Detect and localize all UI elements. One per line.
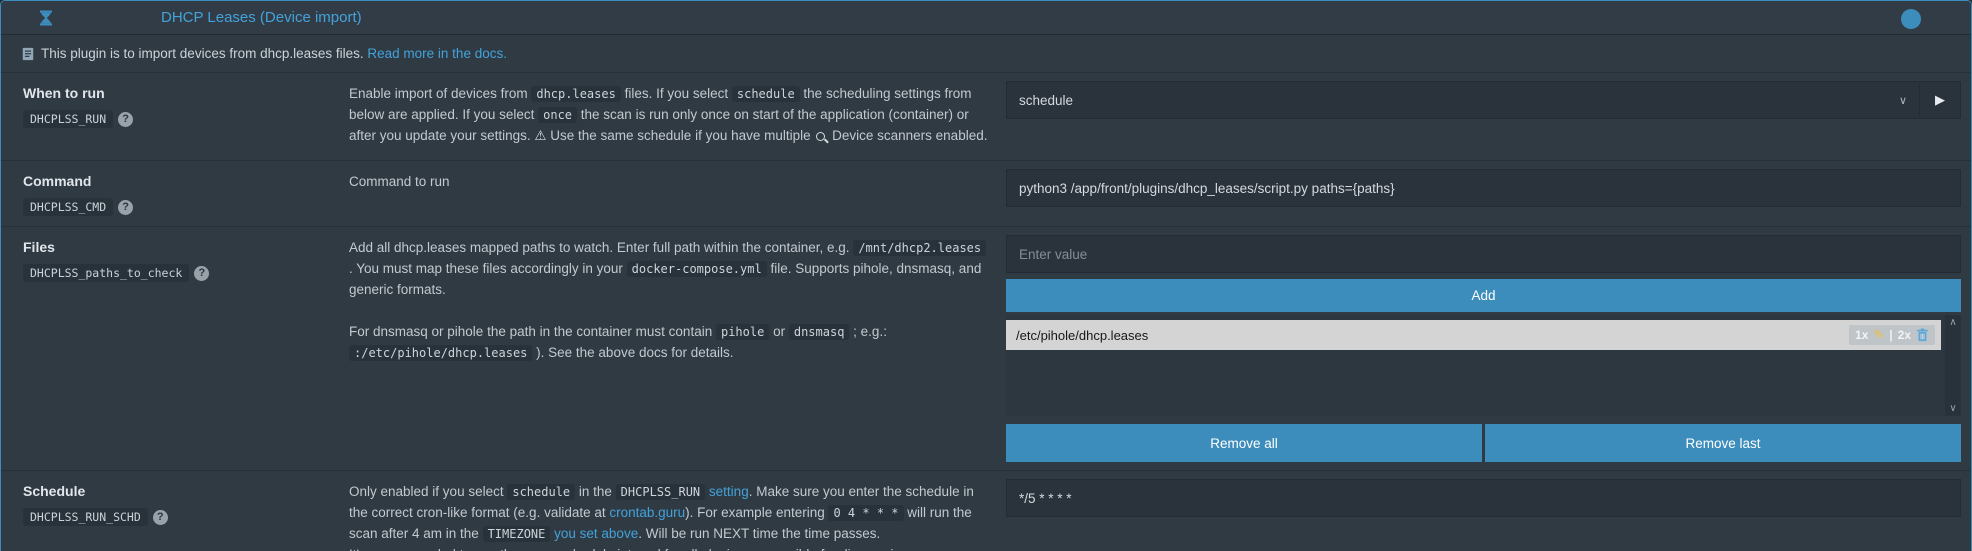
help-icon[interactable]: ?	[194, 266, 209, 281]
docs-icon	[21, 47, 35, 61]
magnifier-icon	[816, 132, 825, 141]
help-icon[interactable]: ?	[118, 200, 133, 215]
setting-control-column	[994, 161, 1971, 226]
badge-separator: |	[1889, 328, 1892, 342]
paths-list: /etc/pihole/dhcp.leases 1x ✎ | 2x	[1006, 315, 1961, 416]
setting-row-files: Files DHCPLSS_paths_to_check? Add all dh…	[1, 227, 1971, 471]
setting-row-schedule: Schedule DHCPLSS_RUN_SCHD? Only enabled …	[1, 471, 1971, 551]
schedule-input[interactable]	[1006, 479, 1961, 517]
paths-list-scroll: /etc/pihole/dhcp.leases 1x ✎ | 2x	[1006, 315, 1941, 350]
plugin-info-text: This plugin is to import devices from dh…	[41, 46, 507, 61]
play-icon: ▶	[1935, 92, 1945, 108]
setting-description: Add all dhcp.leases mapped paths to watc…	[349, 227, 994, 470]
edit-count-badge: 1x	[1855, 328, 1868, 342]
files-description-p1: Add all dhcp.leases mapped paths to watc…	[349, 237, 988, 300]
setting-code-badge: DHCPLSS_paths_to_check	[23, 264, 189, 282]
setting-code-badge: DHCPLSS_RUN_SCHD	[23, 508, 148, 526]
chevron-down-icon: ∨	[1899, 94, 1907, 107]
paragraph-gap	[349, 300, 988, 321]
setting-label: Command	[23, 173, 337, 189]
plugin-settings-panel: DHCP Leases (Device import) This plugin …	[0, 0, 1972, 551]
setting-code-badge: DHCPLSS_CMD	[23, 198, 113, 216]
setting-label-column: Files DHCPLSS_paths_to_check?	[1, 227, 349, 470]
docs-link[interactable]: Read more in the docs.	[367, 46, 507, 61]
setting-control-column: schedule ∨ ▶	[994, 73, 1971, 160]
plugin-status-dot[interactable]	[1901, 9, 1921, 29]
crontab-guru-link[interactable]: crontab.guru	[609, 505, 685, 520]
remove-buttons-row: Remove all Remove last	[1006, 424, 1961, 462]
panel-header: DHCP Leases (Device import)	[1, 1, 1971, 35]
timezone-link[interactable]: you set above	[554, 526, 638, 541]
setting-code-badge: DHCPLSS_RUN	[23, 110, 113, 128]
run-mode-selected-value: schedule	[1019, 93, 1073, 108]
setting-label-column: When to run DHCPLSS_RUN?	[1, 73, 349, 160]
setting-label: Files	[23, 239, 337, 255]
setting-label-column: Schedule DHCPLSS_RUN_SCHD?	[1, 471, 349, 551]
edit-icon[interactable]: ✎	[1873, 327, 1884, 343]
trash-icon[interactable]	[1916, 328, 1929, 342]
add-button[interactable]: Add	[1006, 279, 1961, 312]
setting-description: Command to run	[349, 161, 994, 226]
scroll-up-icon[interactable]: ∧	[1949, 317, 1956, 328]
warning-icon: ⚠	[534, 128, 546, 143]
setting-link[interactable]: setting	[709, 484, 749, 499]
setting-label: Schedule	[23, 483, 337, 499]
scroll-down-icon[interactable]: ∨	[1949, 403, 1956, 414]
help-icon[interactable]: ?	[118, 112, 133, 127]
help-icon[interactable]: ?	[153, 510, 168, 525]
path-value: /etc/pihole/dhcp.leases	[1016, 328, 1849, 343]
command-input[interactable]	[1006, 169, 1961, 207]
setting-row-command: Command DHCPLSS_CMD? Command to run	[1, 161, 1971, 227]
remove-last-button[interactable]: Remove last	[1485, 424, 1961, 462]
setting-label: When to run	[23, 85, 337, 101]
setting-description: Enable import of devices from dhcp.lease…	[349, 73, 994, 160]
page-title: DHCP Leases (Device import)	[161, 9, 362, 26]
setting-description: Only enabled if you select schedule in t…	[349, 471, 994, 551]
delete-count-badge: 2x	[1898, 328, 1911, 342]
setting-row-when-to-run: When to run DHCPLSS_RUN? Enable import o…	[1, 73, 1971, 161]
list-item[interactable]: /etc/pihole/dhcp.leases 1x ✎ | 2x	[1006, 320, 1941, 350]
setting-control-column: Add /etc/pihole/dhcp.leases 1x ✎ | 2x	[994, 227, 1971, 470]
run-now-button[interactable]: ▶	[1919, 81, 1961, 119]
plugin-info-bar: This plugin is to import devices from dh…	[1, 35, 1971, 73]
hourglass-icon	[37, 9, 55, 27]
remove-all-button[interactable]: Remove all	[1006, 424, 1482, 462]
item-action-badges: 1x ✎ | 2x	[1849, 325, 1935, 345]
files-description-p2: For dnsmasq or pihole the path in the co…	[349, 321, 988, 363]
list-scrollbar[interactable]: ∧ ∨	[1945, 315, 1961, 416]
setting-label-column: Command DHCPLSS_CMD?	[1, 161, 349, 226]
setting-control-column	[994, 471, 1971, 551]
run-mode-select[interactable]: schedule ∨	[1006, 81, 1919, 119]
new-path-input[interactable]	[1006, 235, 1961, 273]
